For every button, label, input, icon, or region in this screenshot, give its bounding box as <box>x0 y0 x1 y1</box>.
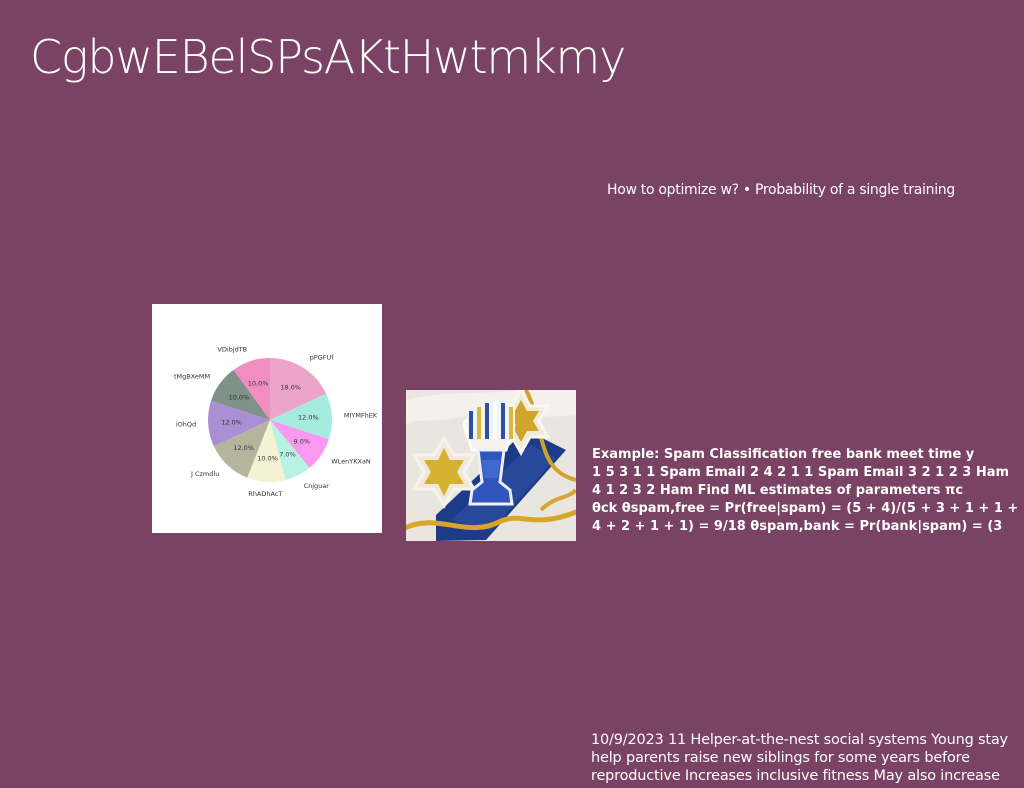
pie-category-label: tMgBXeMM <box>174 373 210 381</box>
footer-text: 10/9/2023 11 Helper-at-the-nest social s… <box>591 732 1008 784</box>
pie-category-label: iOhQd <box>176 421 196 429</box>
pie-percent-label: 12.0% <box>298 414 319 422</box>
pie-category-label: MIYMFhEK <box>344 411 378 419</box>
pie-percent-label: 18.0% <box>280 384 301 392</box>
hanukkah-cookies-photo <box>406 390 576 541</box>
spam-classification-text: Example: Spam Classification free bank m… <box>592 447 1019 534</box>
pie-percent-label: 10.0% <box>257 454 278 462</box>
pie-category-label: Cnjguar <box>304 482 330 490</box>
pie-chart: 18.0% pPGFUf 12.0% MIYMFhEK 9.0% WLenYKXaN 7.0… <box>174 346 378 498</box>
pie-percent-label: 12.0% <box>221 418 242 426</box>
pie-category-label: pPGFUf <box>310 354 335 362</box>
pie-percent-label: 12.0% <box>233 444 254 452</box>
pie-category-label: VDibjdTB <box>217 346 247 354</box>
slide-title: CgbwEBelSPsAKtHwtmkmy <box>30 30 626 84</box>
pie-percent-label: 10.0% <box>248 379 269 387</box>
pie-chart-card: 18.0% pPGFUf 12.0% MIYMFhEK 9.0% WLenYKXaN 7.0… <box>152 304 382 533</box>
pie-category-label: WLenYKXaN <box>331 458 371 466</box>
slide-subtitle: How to optimize w? • Probability of a si… <box>607 182 955 198</box>
pie-percent-label: 10.0% <box>229 393 250 401</box>
pie-percent-label: 7.0% <box>279 450 296 458</box>
pie-percent-label: 9.0% <box>294 438 311 446</box>
pie-category-label: J Czmdlu <box>190 470 219 478</box>
hanukkah-cookies-image <box>406 390 576 541</box>
pie-category-label: RhADhAcT <box>248 490 282 498</box>
